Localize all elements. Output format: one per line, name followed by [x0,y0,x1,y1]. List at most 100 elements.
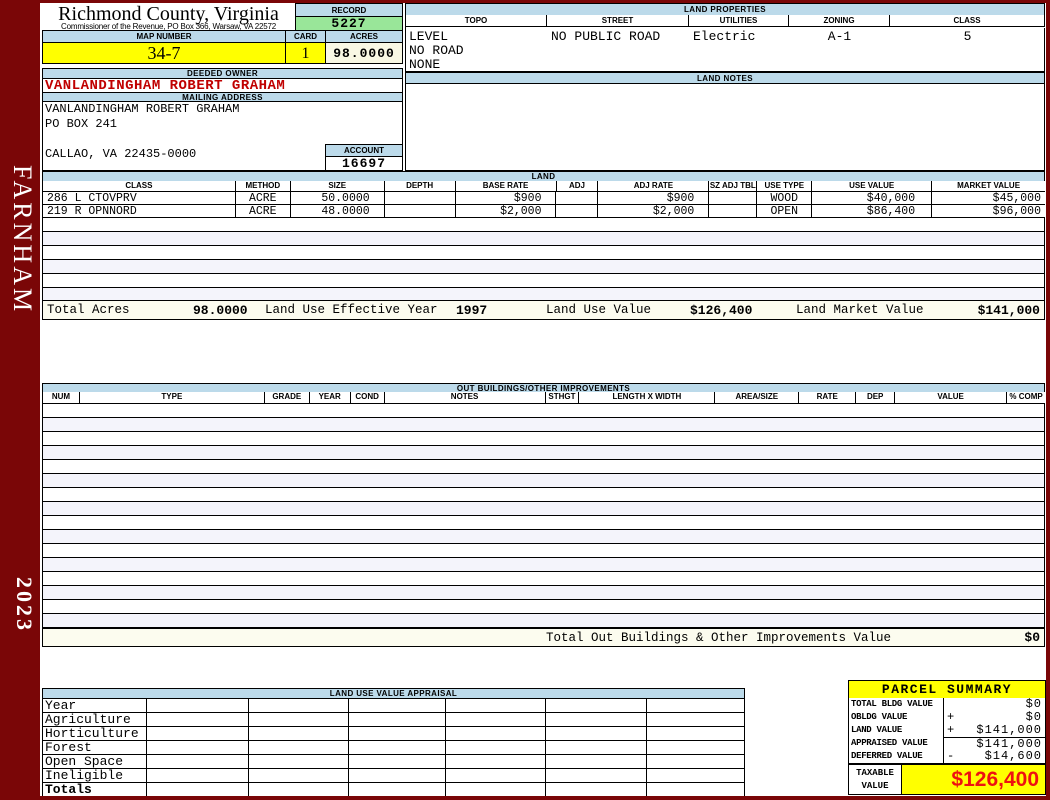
appraisal-cell [546,699,648,712]
cell-base-rate: $900 [456,192,557,204]
column-header: ADJ RATE [598,181,710,191]
total-acres-value: 98.0000 [193,303,248,318]
appraisal-row-label: Year [43,699,147,712]
class-value: 5 [963,29,972,44]
column-header: LENGTH X WIDTH [579,392,716,403]
empty-row [43,260,1044,274]
cell-use-value: $40,000 [812,192,933,204]
empty-row [43,432,1044,446]
column-header: STREET [547,15,689,27]
appraisal-cell [249,769,349,782]
appraisal-cell [349,769,447,782]
appraisal-cell [546,713,648,726]
appraisal-cell [647,713,746,726]
county-title: Richmond County, Virginia [58,3,279,25]
account-value: 16697 [325,156,403,171]
card-body: Richmond County, Virginia Commissioner o… [40,3,1046,796]
land-empty-rows [42,218,1045,302]
cell-use-type: WOOD [757,192,813,204]
appraisal-cell [647,783,746,796]
row-label: TOTAL BLDG VALUE [848,698,944,712]
column-header: SIZE [290,181,385,191]
card-value: 1 [285,42,326,64]
column-header: VALUE [895,392,1008,403]
out-buildings-total-value: $0 [1024,630,1040,645]
topo-value: NONE [409,57,441,72]
appraisal-cell [249,713,349,726]
row-label: DEFERRED VALUE [848,750,944,764]
row-amount: $0 [1025,710,1042,724]
appraisal-cell [147,699,249,712]
appraisal-cell [546,769,648,782]
cell-size: 50.0000 [291,192,385,204]
parcel-summary-row: DEFERRED VALUE - $14,600 [848,750,1046,764]
taxable-value-label: TAXABLE VALUE [848,764,902,795]
empty-row [43,544,1044,558]
appraisal-cell [349,741,447,754]
mailing-line: PO BOX 241 [45,117,118,131]
appraisal-row: Year [43,699,746,713]
cell-market-value: $45,000 [992,192,1041,204]
appraisal-cell [349,713,447,726]
cell-base-rate: $2,000 [456,205,557,217]
row-operator: - [947,749,955,763]
appraisal-cell [147,769,249,782]
appraisal-cell [446,741,547,754]
appraisal-cell [147,741,249,754]
column-header: ZONING [789,15,890,27]
column-header: AREA/SIZE [715,392,800,403]
land-market-value: $141,000 [977,303,1040,318]
sidebar-year-label: 2023 [12,576,37,633]
empty-row [43,516,1044,530]
land-notes-box [405,83,1045,171]
appraisal-row: Horticulture [43,727,746,741]
column-header: DEP [856,392,896,403]
column-header: SZ ADJ TBL [709,181,758,191]
street-value: NO PUBLIC ROAD [551,29,661,44]
empty-row [43,614,1044,628]
out-buildings-total-row: Total Out Buildings & Other Improvements… [42,628,1045,647]
row-amount: $141,000 [976,723,1042,737]
land-use-appraisal-table: Year Agriculture Horticulture Forest Open Sp… [42,698,746,796]
column-header: CLASS [43,181,236,191]
empty-row [43,460,1044,474]
appraisal-row: Forest [43,741,746,755]
cell-class: 286 L CTOVPRV [43,192,236,204]
land-column-headers: CLASS METHOD SIZE DEPTH BASE RATE ADJ AD… [42,181,1046,192]
column-header: METHOD [235,181,291,191]
land-properties-values: LEVEL NO ROAD NONE NO PUBLIC ROAD Electr… [405,28,1045,72]
empty-row [43,572,1044,586]
empty-row [43,600,1044,614]
map-number-value: 34-7 [42,42,286,64]
parcel-summary-header: PARCEL SUMMARY [848,680,1046,699]
column-header: STHGT [545,392,580,403]
cell-adj-rate: $2,000 [598,205,710,217]
appraisal-cell [349,727,447,740]
empty-row [43,404,1044,418]
appraisal-cell [647,769,746,782]
appraisal-cell [249,699,349,712]
cell-market-value: $96,000 [992,205,1041,217]
appraisal-row-label: Ineligible [43,769,147,782]
cell-method: ACRE [236,205,291,217]
cell-use-type: OPEN [757,205,813,217]
effective-year-value: 1997 [456,303,488,318]
cell-sz-adj-tbl [709,192,758,204]
column-header: TYPE [79,392,265,403]
out-buildings-empty-rows [42,404,1045,628]
appraisal-cell [546,727,648,740]
row-label: OBLDG VALUE [848,711,944,725]
appraisal-cell [147,755,249,768]
out-buildings-column-headers: NUM TYPE GRADE YEAR COND NOTES STHGT LEN… [42,392,1046,404]
appraisal-row-label: Horticulture [43,727,147,740]
column-header: RATE [799,392,857,403]
empty-row [43,474,1044,488]
row-amount: $14,600 [984,749,1042,763]
appraisal-cell [349,783,447,796]
appraisal-row: Open Space [43,755,746,769]
land-row: 219 R OPNNORD ACRE 48.0000 $2,000 $2,000… [42,205,1045,218]
cell-method: ACRE [236,192,291,204]
appraisal-row-label: Open Space [43,755,147,768]
empty-row [43,586,1044,600]
sidebar-district-label: FARNHAM [8,165,37,315]
